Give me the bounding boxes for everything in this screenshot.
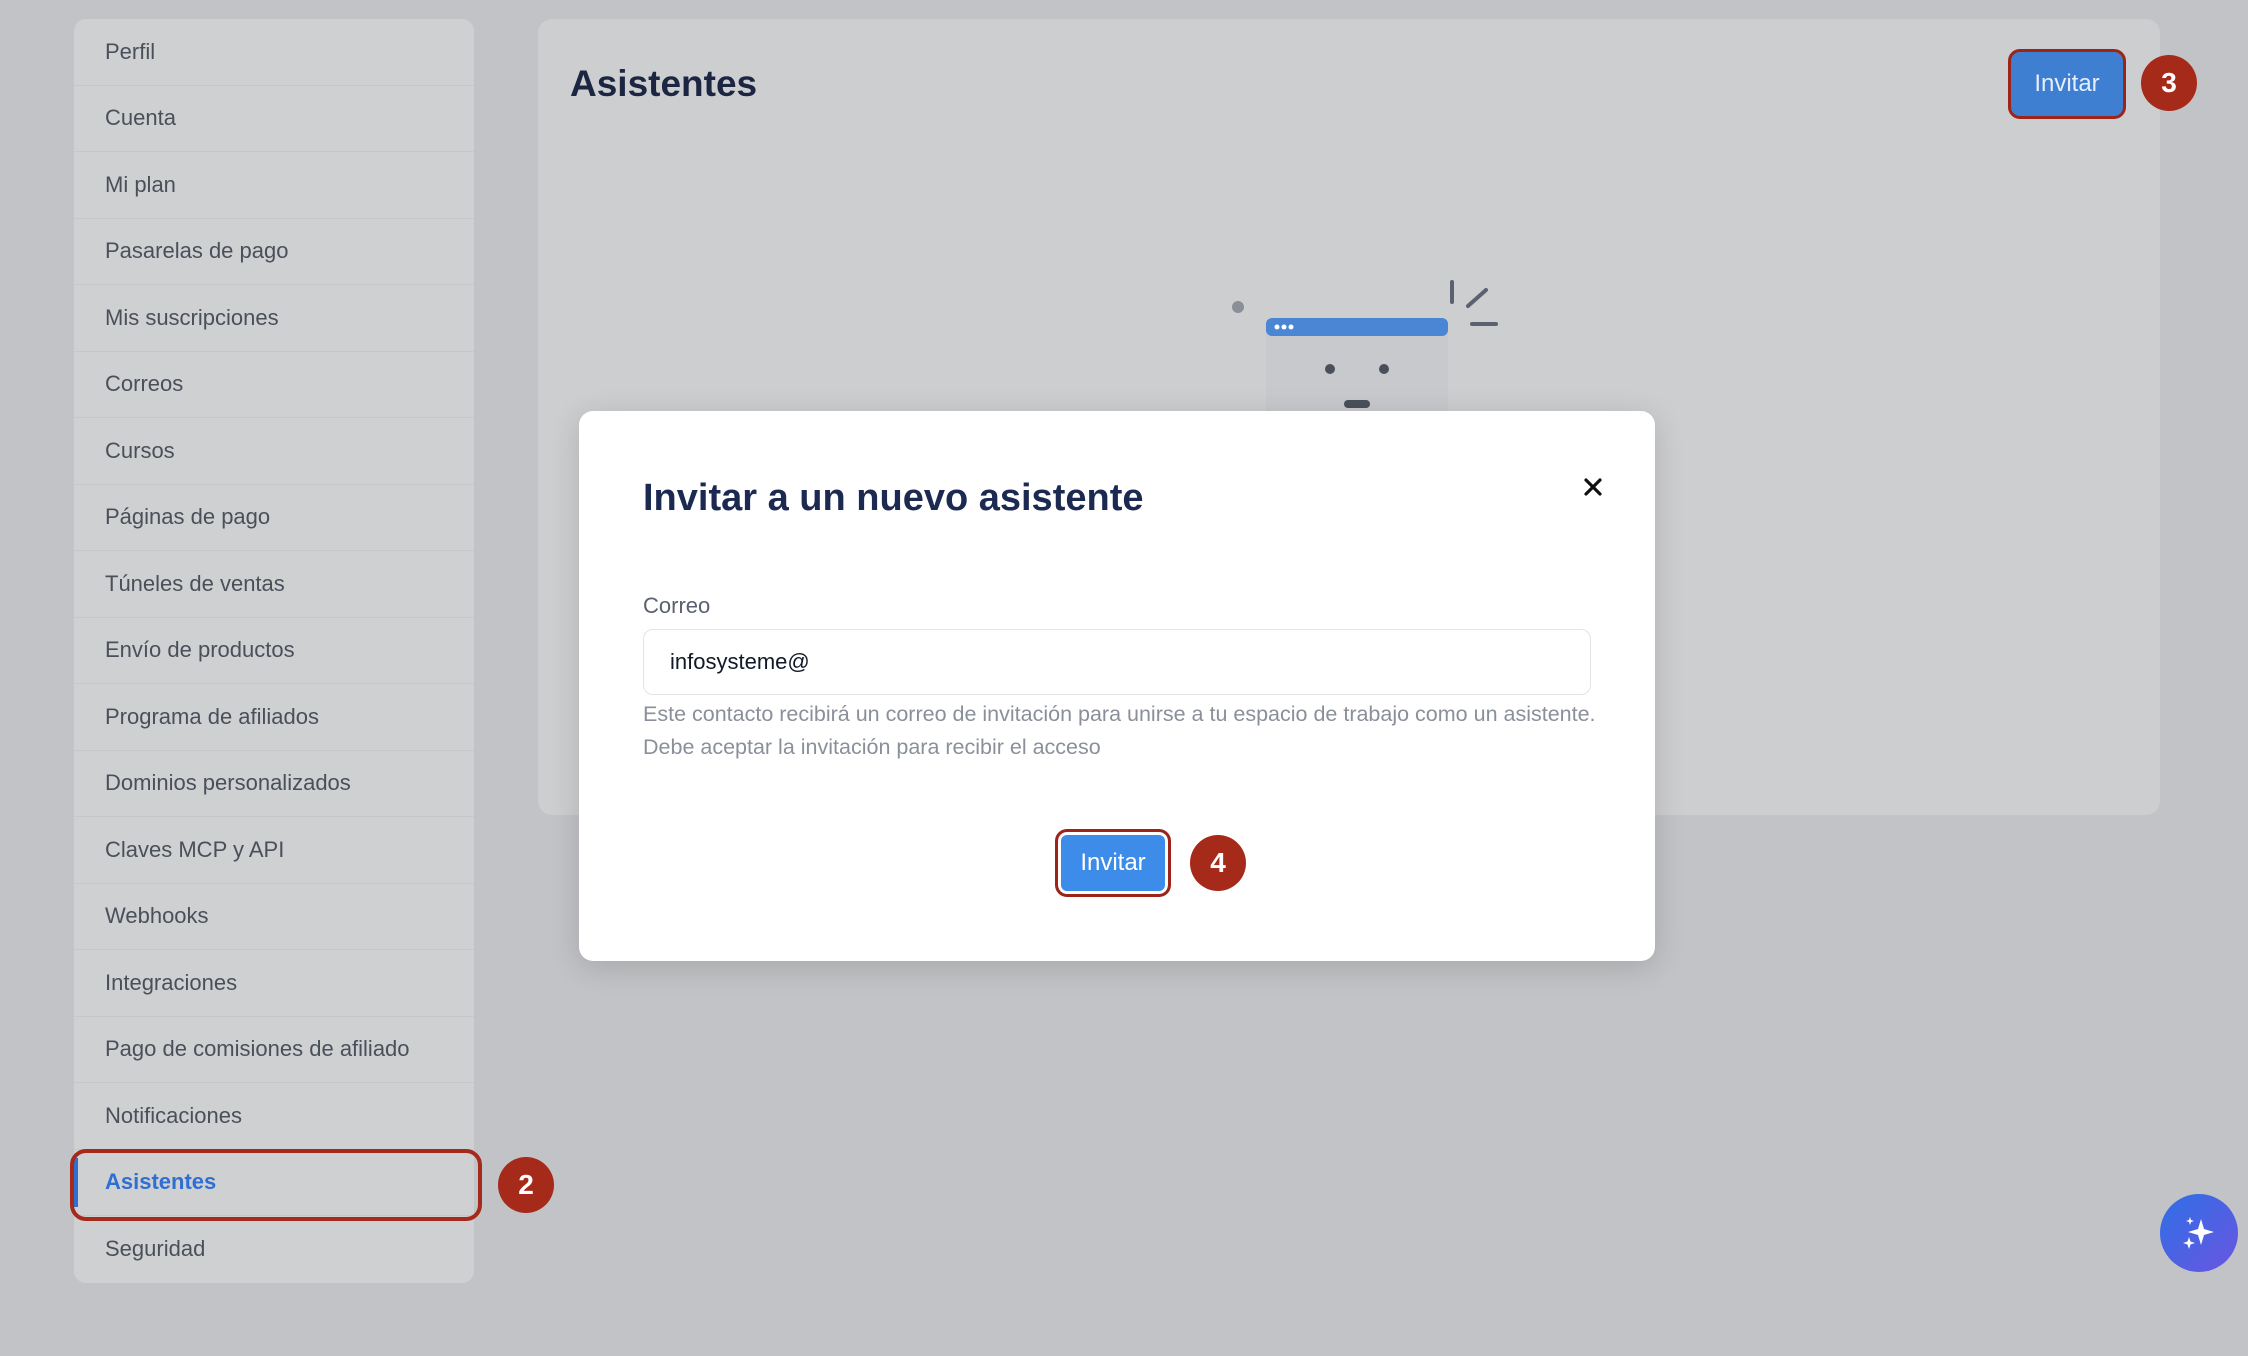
sidebar-item-tuneles[interactable]: Túneles de ventas [74,551,474,618]
sidebar-item-cuenta[interactable]: Cuenta [74,86,474,152]
step-3-badge: 3 [2141,55,2197,111]
sidebar-item-perfil[interactable]: Perfil [74,19,474,86]
email-label: Correo [643,593,711,618]
step-4-badge: 4 [1190,835,1246,891]
sidebar-item-comisiones[interactable]: Pago de comisiones de afiliado [74,1017,474,1083]
sidebar-item-notificaciones[interactable]: Notificaciones [74,1083,474,1150]
sidebar-item-seguridad[interactable]: Seguridad [74,1216,474,1283]
sidebar-item-paginas-pago[interactable]: Páginas de pago [74,485,474,551]
modal-title: Invitar a un nuevo asistente [643,477,1144,519]
page-title: Asistentes [570,63,758,104]
sidebar-item-dominios[interactable]: Dominios personalizados [74,751,474,817]
step-2-badge: 2 [498,1157,554,1213]
sidebar-item-integraciones[interactable]: Integraciones [74,950,474,1017]
step-2-highlight [70,1149,482,1221]
modal-invite-button[interactable]: Invitar [1055,829,1171,897]
invite-button[interactable]: Invitar [2008,49,2126,119]
sidebar-item-suscripciones[interactable]: Mis suscripciones [74,285,474,352]
sparkle-icon [2183,1217,2214,1249]
sidebar-item-claves-api[interactable]: Claves MCP y API [74,817,474,884]
invite-assistant-modal: Invitar a un nuevo asistente Correo Este… [579,411,1655,961]
sidebar-item-envio[interactable]: Envío de productos [74,618,474,684]
sidebar-item-afiliados[interactable]: Programa de afiliados [74,684,474,751]
sidebar-item-webhooks[interactable]: Webhooks [74,884,474,950]
sidebar-item-cursos[interactable]: Cursos [74,418,474,485]
sidebar-item-pasarelas[interactable]: Pasarelas de pago [74,219,474,285]
close-icon[interactable] [1579,473,1607,501]
settings-sidebar: Perfil Cuenta Mi plan Pasarelas de pago … [74,19,474,1283]
empty-state-window-icon [1232,280,1498,420]
email-input[interactable] [643,629,1591,695]
sidebar-item-correos[interactable]: Correos [74,352,474,418]
sidebar-item-mi-plan[interactable]: Mi plan [74,152,474,219]
help-text: Este contacto recibirá un correo de invi… [643,702,1596,759]
ai-assistant-button[interactable] [2160,1194,2238,1272]
